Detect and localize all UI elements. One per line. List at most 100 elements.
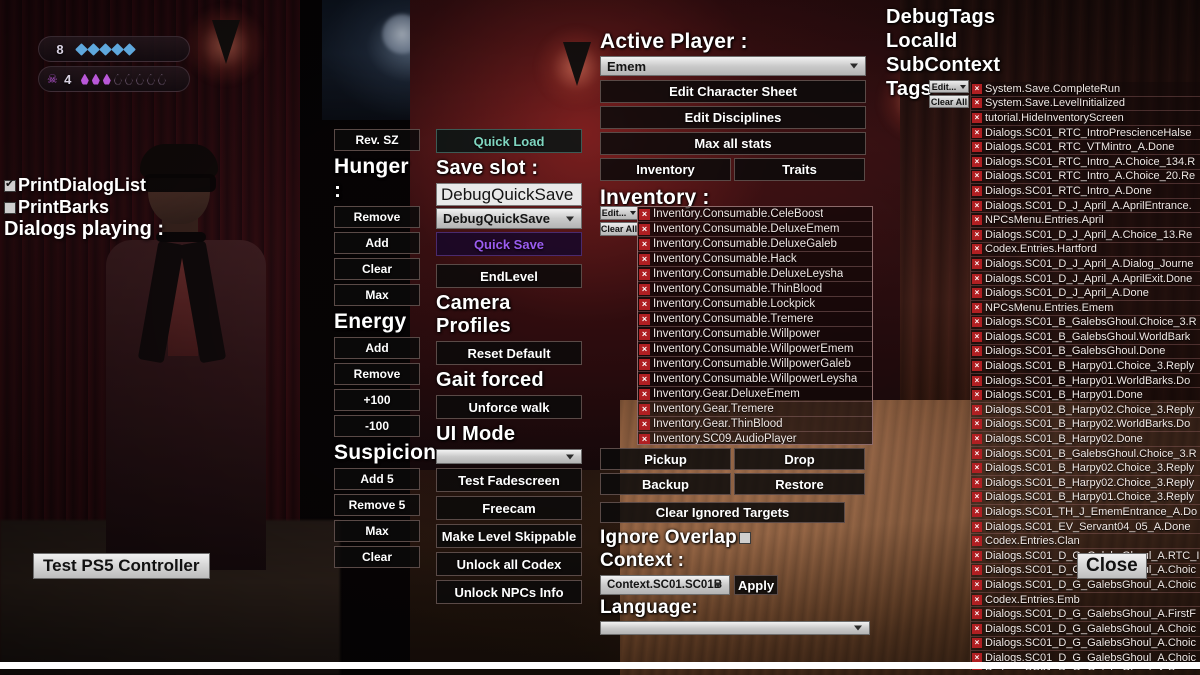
tag-list-item[interactable]: × Dialogs.SC01_RTC_Intro_A.Choice_134.R xyxy=(971,154,1200,170)
inventory-clear-all-button[interactable]: Clear All xyxy=(600,222,638,236)
restore-button[interactable]: Restore xyxy=(734,473,865,495)
remove-item-icon[interactable]: × xyxy=(639,358,650,370)
remove-tag-icon[interactable]: × xyxy=(972,171,982,182)
tag-list-item[interactable]: ×Dialogs.SC01_D_G_GalebsGhoul_A.Choic xyxy=(971,578,1200,593)
remove-tag-icon[interactable]: × xyxy=(972,375,982,386)
tag-list-item[interactable]: × Dialogs.SC01_B_Harpy01.Choice_3.Reply xyxy=(971,359,1200,374)
inventory-edit-dropdown[interactable]: Edit... xyxy=(600,206,638,220)
toggle-print-barks[interactable]: PrintBarks xyxy=(4,197,304,218)
tag-list-item[interactable]: × Dialogs.SC01_RTC_Intro_A.Choice_20.Re xyxy=(971,169,1200,185)
hunger-remove-button[interactable]: Remove xyxy=(334,206,420,228)
tag-list-item[interactable]: × Codex.Entries.Clan xyxy=(971,534,1200,549)
hunger-clear-button[interactable]: Clear xyxy=(334,258,420,280)
remove-tag-icon[interactable]: × xyxy=(972,229,982,240)
remove-item-icon[interactable]: × xyxy=(639,418,650,430)
inventory-list-item[interactable]: × Inventory.Consumable.Lockpick xyxy=(638,297,872,312)
max-all-stats-button[interactable]: Max all stats xyxy=(600,132,866,155)
context-dropdown[interactable]: Context.SC01.SC01B xyxy=(600,575,730,595)
reset-default-button[interactable]: Reset Default xyxy=(436,341,582,365)
active-player-dropdown[interactable]: Emem xyxy=(600,56,866,76)
checkbox-icon[interactable] xyxy=(4,178,16,192)
tag-list-item[interactable]: × Dialogs.SC01_D_J_April_A.Done xyxy=(971,286,1200,301)
remove-tag-icon[interactable]: × xyxy=(972,594,982,605)
tag-list-item[interactable]: × Dialogs.SC01_D_J_April_A.Dialog_Journe xyxy=(971,257,1200,272)
remove-item-icon[interactable]: × xyxy=(639,313,650,325)
remove-tag-icon[interactable]: × xyxy=(972,331,982,342)
remove-tag-icon[interactable]: × xyxy=(972,565,982,576)
remove-tag-icon[interactable]: × xyxy=(972,463,982,474)
remove-item-icon[interactable]: × xyxy=(639,238,650,250)
remove-tag-icon[interactable]: × xyxy=(972,623,982,634)
unlock-all-codex-button[interactable]: Unlock all Codex xyxy=(436,552,582,576)
inventory-list-item[interactable]: × Inventory.Consumable.Willpower xyxy=(638,327,872,342)
freecam-button[interactable]: Freecam xyxy=(436,496,582,520)
save-slot-input[interactable]: DebugQuickSave xyxy=(436,183,582,206)
tag-list-item[interactable]: × Dialogs.SC01_RTC_IntroPrescienceHalse xyxy=(971,125,1200,141)
suspicion-max-button[interactable]: Max xyxy=(334,520,420,542)
remove-item-icon[interactable]: × xyxy=(639,388,650,400)
remove-item-icon[interactable]: × xyxy=(639,298,650,310)
remove-tag-icon[interactable]: × xyxy=(972,361,982,372)
remove-tag-icon[interactable]: × xyxy=(972,521,982,532)
suspicion-add-5-button[interactable]: Add 5 xyxy=(334,468,420,490)
hunger-max-button[interactable]: Max xyxy=(334,284,420,306)
tag-list-item[interactable]: × Dialogs.SC01_D_J_April_A.Choice_13.Re xyxy=(971,227,1200,243)
tag-list-item[interactable]: × tutorial.HideInventoryScreen xyxy=(971,111,1200,126)
scrollbar-thumb[interactable] xyxy=(0,662,1200,669)
close-button[interactable]: Close xyxy=(1077,553,1147,579)
energy-add-button[interactable]: Add xyxy=(334,337,420,359)
tag-list-item[interactable]: × Dialogs.SC01_B_GalebsGhoul.Choice_3.R xyxy=(971,315,1200,331)
remove-tag-icon[interactable]: × xyxy=(972,419,982,430)
remove-tag-icon[interactable]: × xyxy=(972,477,982,488)
pickup-button[interactable]: Pickup xyxy=(600,448,731,470)
inventory-button[interactable]: Inventory xyxy=(600,158,731,181)
apply-button[interactable]: Apply xyxy=(734,575,778,595)
remove-tag-icon[interactable]: × xyxy=(972,244,982,255)
remove-item-icon[interactable]: × xyxy=(639,343,650,355)
remove-tag-icon[interactable]: × xyxy=(972,390,982,401)
tag-list-item[interactable]: × Dialogs.SC01_B_Harpy02.Choice_3.Reply xyxy=(971,403,1200,418)
tag-list-item[interactable]: × Dialogs.SC01_B_Harpy01.Done xyxy=(971,388,1200,404)
inventory-list[interactable]: × Inventory.Consumable.CeleBoost × Inventor… xyxy=(637,206,873,445)
inventory-list-item[interactable]: × Inventory.Consumable.CeleBoost xyxy=(638,207,872,222)
tag-list-item[interactable]: × Dialogs.SC01_RTC_VTMintro_A.Done xyxy=(971,140,1200,155)
remove-tag-icon[interactable]: × xyxy=(972,579,982,590)
checkbox-icon[interactable] xyxy=(738,532,751,544)
remove-item-icon[interactable]: × xyxy=(639,373,650,385)
tag-list-item[interactable]: × Dialogs.SC01_B_GalebsGhoul.Done xyxy=(971,344,1200,360)
tag-list-item[interactable]: × System.Save.LevelInitialized xyxy=(971,96,1200,112)
inventory-list-item[interactable]: × Inventory.Consumable.Tremere xyxy=(638,312,872,327)
remove-tag-icon[interactable]: × xyxy=(972,317,982,328)
quick-save-button[interactable]: Quick Save xyxy=(436,232,582,256)
quick-load-button[interactable]: Quick Load xyxy=(436,129,582,153)
inventory-list-item[interactable]: × Inventory.Consumable.DeluxeLeysha xyxy=(638,267,872,282)
remove-tag-icon[interactable]: × xyxy=(972,112,982,123)
edit-disciplines-button[interactable]: Edit Disciplines xyxy=(600,106,866,129)
tag-list-item[interactable]: × Dialogs.SC01_D_J_April_A.AprilEntrance. xyxy=(971,198,1200,214)
remove-tag-icon[interactable]: × xyxy=(972,302,982,313)
remove-tag-icon[interactable]: × xyxy=(972,215,982,226)
tag-list-item[interactable]: × Dialogs.SC01_D_J_April_A.AprilExit.Done xyxy=(971,271,1200,287)
remove-tag-icon[interactable]: × xyxy=(972,83,982,94)
tag-list-item[interactable]: × Codex.Entries.Hartford xyxy=(971,242,1200,258)
remove-item-icon[interactable]: × xyxy=(639,253,650,265)
tag-list-item[interactable]: ×Dialogs.SC01_D_G_GalebsGhoul_A.Choic xyxy=(971,621,1200,637)
remove-tag-icon[interactable]: × xyxy=(972,258,982,269)
tag-list-item[interactable]: × Dialogs.SC01_D_G_GalebsGhoul_A.FirstF xyxy=(971,607,1200,622)
tag-list-item[interactable]: × Dialogs.SC01_B_Harpy01.WorldBarks.Do xyxy=(971,373,1200,389)
backup-button[interactable]: Backup xyxy=(600,473,731,495)
tag-list-item[interactable]: × Dialogs.SC01_B_Harpy02.Choice_3.Reply xyxy=(971,461,1200,477)
inventory-list-item[interactable]: × Inventory.Gear.DeluxeEmem xyxy=(638,387,872,402)
remove-item-icon[interactable]: × xyxy=(639,403,650,415)
tag-list-item[interactable]: × Dialogs.SC01_B_Harpy01.Choice_3.Reply xyxy=(971,490,1200,506)
tag-list-item[interactable]: × Dialogs.SC01_TH_J_EmemEntrance_A.Do xyxy=(971,505,1200,520)
clear-ignored-targets-button[interactable]: Clear Ignored Targets xyxy=(600,502,845,523)
remove-tag-icon[interactable]: × xyxy=(972,404,982,415)
tags-edit-dropdown[interactable]: Edit... xyxy=(929,80,969,93)
suspicion-remove-5-button[interactable]: Remove 5 xyxy=(334,494,420,516)
remove-tag-icon[interactable]: × xyxy=(972,638,982,649)
inventory-list-item[interactable]: × Inventory.SC09.AudioPlayer xyxy=(638,432,872,444)
remove-item-icon[interactable]: × xyxy=(639,268,650,280)
tags-clear-all-button[interactable]: Clear All xyxy=(929,95,969,108)
edit-character-sheet-button[interactable]: Edit Character Sheet xyxy=(600,80,866,103)
